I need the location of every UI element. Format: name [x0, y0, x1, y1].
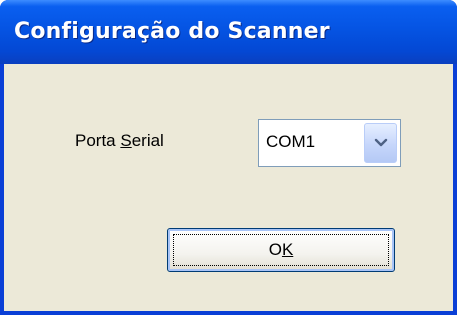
- serial-port-dropdown-button[interactable]: [364, 123, 397, 163]
- ok-button-label: OK: [168, 240, 394, 260]
- dialog-body: [4, 64, 453, 311]
- dialog-window: Configuração do Scanner Porta Serial COM…: [0, 0, 457, 315]
- serial-port-label-accelerator: S: [120, 131, 132, 150]
- ok-label-accelerator: K: [281, 240, 294, 259]
- serial-port-value: COM1: [266, 132, 316, 151]
- serial-port-label-suffix: erial: [131, 131, 164, 150]
- serial-port-select[interactable]: COM1: [258, 119, 401, 167]
- serial-port-label: Porta Serial: [75, 131, 164, 151]
- chevron-down-icon: [374, 138, 387, 147]
- window-title: Configuração do Scanner: [14, 19, 330, 44]
- ok-label-start: O: [268, 240, 282, 259]
- title-bar[interactable]: Configuração do Scanner: [0, 0, 457, 64]
- ok-button[interactable]: OK: [167, 228, 395, 272]
- serial-port-label-prefix: Porta: [75, 131, 121, 150]
